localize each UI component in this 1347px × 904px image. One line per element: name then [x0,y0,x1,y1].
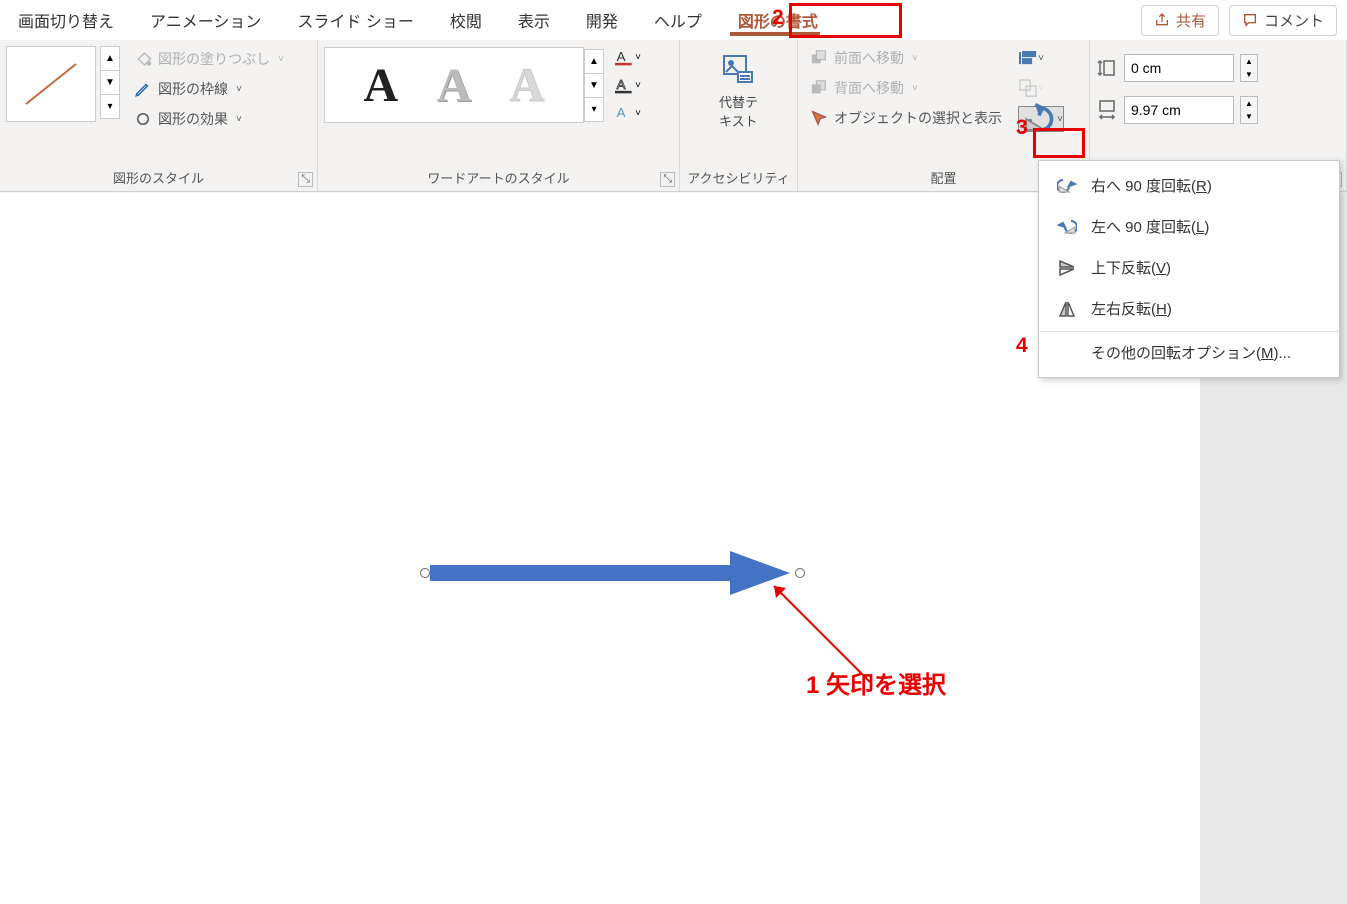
annotation-label-2: 2 [772,6,784,30]
tab-animation[interactable]: アニメーション [132,0,279,40]
shape-style-gallery-controls: ▲ ▼ ▾ [100,46,120,118]
tab-slideshow[interactable]: スライド ショー [279,0,431,40]
selection-pane-icon [810,109,828,127]
svg-text:A: A [617,77,626,92]
wordart-gallery[interactable]: A A A [324,47,584,123]
wordart-group-label: ワードアートのスタイル ⤡ [318,166,679,191]
effects-icon [134,110,152,128]
tab-view[interactable]: 表示 [500,0,568,40]
alt-text-button[interactable]: 代替テキスト [705,46,772,136]
selection-pane-button[interactable]: オブジェクトの選択と表示 [808,106,1004,130]
shape-handle-start[interactable] [420,568,430,578]
shape-effects-button[interactable]: 図形の効果˅ [130,106,288,132]
group-icon [1018,78,1038,98]
height-spin-up[interactable]: ▲ [1241,55,1257,68]
wordart-dialog-launcher[interactable]: ⤡ [660,172,675,187]
group-button[interactable]: ˅ [1018,76,1044,100]
flip-horizontal-item[interactable]: 左右反転(H) [1039,288,1339,329]
shape-style-thumb[interactable] [6,46,96,122]
rotate-left-icon [1057,217,1077,237]
annotation-label-4: 4 [1016,334,1028,358]
text-outline-button[interactable]: A˅ [612,74,644,96]
gallery-up-button[interactable]: ▲ [100,46,120,71]
wordart-style-3[interactable]: A [510,58,545,113]
flip-vertical-item[interactable]: 上下反転(V) [1039,247,1339,288]
ribbon-tabs: 画面切り替え アニメーション スライド ショー 校閲 表示 開発 ヘルプ 図形の… [0,0,1347,40]
comment-button[interactable]: コメント [1229,5,1337,36]
flip-vertical-icon [1057,258,1077,278]
annotation-box-3 [1033,128,1085,158]
wordart-style-2[interactable]: A [437,58,472,113]
wordart-gallery-controls: ▲ ▼ ▾ [584,49,604,121]
gallery-down-button[interactable]: ▼ [100,70,120,95]
shape-style-dialog-launcher[interactable]: ⤡ [298,172,313,187]
height-input[interactable]: 0 cm [1124,54,1234,82]
paint-bucket-icon [134,50,152,68]
shape-style-group-label: 図形のスタイル ⤡ [0,166,317,191]
gallery-more-button[interactable]: ▾ [100,94,120,119]
arrow-shape[interactable] [420,543,810,603]
svg-text:A: A [617,49,626,64]
bring-forward-icon [810,49,828,67]
rotate-right-icon [1057,176,1077,196]
wordart-gallery-up[interactable]: ▲ [584,49,604,74]
wordart-gallery-down[interactable]: ▼ [584,73,604,98]
annotation-label-3: 3 [1016,116,1028,140]
width-spin-up[interactable]: ▲ [1241,97,1257,110]
wordart-gallery-more[interactable]: ▾ [584,97,604,122]
shape-outline-button[interactable]: 図形の枠線˅ [130,76,288,102]
width-input[interactable]: 9.97 cm [1124,96,1234,124]
share-button[interactable]: 共有 [1141,5,1219,36]
send-backward-icon [810,79,828,97]
rotate-dropdown-menu: 右へ 90 度回転(R) 左へ 90 度回転(L) 上下反転(V) 左右反転(H… [1038,160,1340,378]
pen-icon [134,80,152,98]
width-icon [1096,99,1118,121]
svg-text:A: A [617,105,626,120]
comment-icon [1242,12,1258,28]
text-effects-button[interactable]: A˅ [612,102,644,124]
annotation-box-2 [789,3,902,38]
height-spin-down[interactable]: ▼ [1241,68,1257,81]
alt-text-icon [720,52,756,88]
share-icon [1154,12,1170,28]
width-spin-down[interactable]: ▼ [1241,110,1257,123]
align-button[interactable]: ˅ [1018,46,1044,70]
bring-forward-button[interactable]: 前面へ移動˅ [808,46,1004,70]
accessibility-group-label: アクセシビリティ [680,166,797,191]
align-icon [1018,48,1038,68]
height-icon [1096,57,1118,79]
tab-review[interactable]: 校閲 [432,0,500,40]
shape-fill-button[interactable]: 図形の塗りつぶし˅ [130,46,288,72]
slide-canvas[interactable] [0,193,1200,904]
flip-horizontal-icon [1057,299,1077,319]
rotate-right-90-item[interactable]: 右へ 90 度回転(R) [1039,165,1339,206]
annotation-label-1: 1 矢印を選択 [806,665,946,700]
more-rotation-options-item[interactable]: その他の回転オプション(M)... [1039,331,1339,373]
rotate-left-90-item[interactable]: 左へ 90 度回転(L) [1039,206,1339,247]
tab-transition[interactable]: 画面切り替え [0,0,132,40]
tab-developer[interactable]: 開発 [568,0,636,40]
wordart-style-1[interactable]: A [363,58,398,113]
tab-help[interactable]: ヘルプ [636,0,720,40]
text-fill-button[interactable]: A˅ [612,46,644,68]
send-backward-button[interactable]: 背面へ移動˅ [808,76,1004,100]
